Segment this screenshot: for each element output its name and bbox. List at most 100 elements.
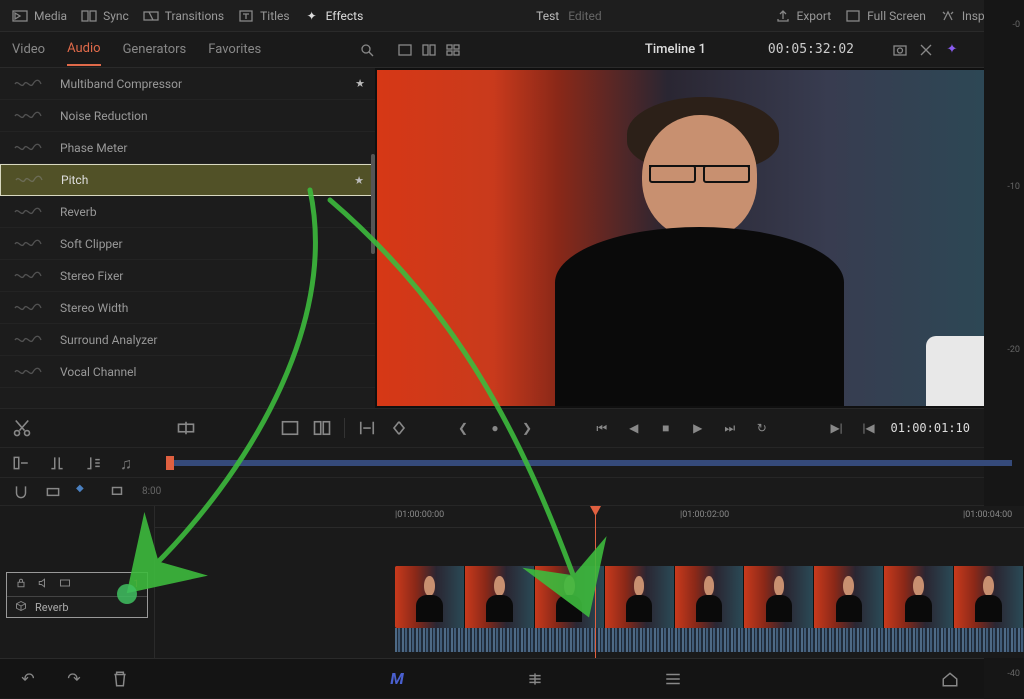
effect-label: Vocal Channel	[60, 365, 136, 379]
effect-surround-analyzer[interactable]: Surround Analyzer	[0, 324, 375, 356]
tl-tool1-icon[interactable]	[12, 454, 30, 472]
effects-tabbar: Video Audio Generators Favorites Timelin…	[0, 32, 1024, 68]
effect-phase-meter[interactable]: Phase Meter	[0, 132, 375, 164]
applied-effect-name: Reverb	[35, 601, 69, 614]
mode2-icon[interactable]	[312, 418, 332, 438]
effect-label: Soft Clipper	[60, 237, 123, 251]
tab-favorites[interactable]: Favorites	[208, 34, 261, 65]
timeline-tracks[interactable]: |01:00:00:00|01:00:02:00|01:00:04:00	[155, 506, 1024, 658]
clip-thumbnail	[395, 566, 465, 628]
cut-icon[interactable]	[12, 418, 32, 438]
mode1-icon[interactable]	[280, 418, 300, 438]
bypass-fx-icon[interactable]	[918, 42, 934, 58]
video-clip[interactable]	[395, 566, 1024, 628]
audio-track-head[interactable]: 1 Reverb	[6, 572, 148, 618]
effect-icon	[10, 266, 46, 286]
favorite-star-icon[interactable]: ★	[354, 174, 364, 187]
tab-video[interactable]: Video	[12, 34, 45, 65]
jump-prev-icon[interactable]: |◀	[859, 418, 879, 438]
snap-icon[interactable]	[12, 483, 30, 501]
page-cut-icon[interactable]	[523, 667, 547, 691]
viewer-mode-2-icon[interactable]	[421, 42, 437, 58]
track-video-icon[interactable]	[59, 577, 71, 592]
marker-icon[interactable]: ◆	[76, 483, 94, 501]
mark-in-icon[interactable]: ❮	[453, 418, 473, 438]
page-media-icon[interactable]: M	[385, 667, 409, 691]
trash-icon[interactable]	[108, 667, 132, 691]
tab-generators[interactable]: Generators	[123, 34, 187, 65]
track-speaker-icon[interactable]	[37, 577, 49, 592]
tab-audio[interactable]: Audio	[67, 33, 100, 66]
play-icon[interactable]: ▶	[688, 418, 708, 438]
redo-icon[interactable]: ↷	[62, 667, 86, 691]
link-icon[interactable]	[44, 483, 62, 501]
effect-vocal-channel[interactable]: Vocal Channel	[0, 356, 375, 388]
effect-multiband-compressor[interactable]: Multiband Compressor ★	[0, 68, 375, 100]
nav-effects-label: Effects	[326, 9, 364, 23]
ruler-start: 8:00	[142, 486, 161, 497]
project-title-text: Test	[536, 9, 559, 23]
effect-stereo-fixer[interactable]: Stereo Fixer	[0, 260, 375, 292]
timeline-title[interactable]: Timeline 1	[645, 42, 706, 57]
loop-icon[interactable]: ↻	[752, 418, 772, 438]
jump-next-icon[interactable]: ▶|	[827, 418, 847, 438]
clip-thumbnail	[744, 566, 814, 628]
nav-fullscreen[interactable]: Full Screen	[845, 8, 926, 24]
nav-titles[interactable]: Titles	[238, 8, 289, 24]
db-tick: -0	[988, 20, 1020, 30]
insert-icon[interactable]	[176, 418, 196, 438]
nav-sync[interactable]: Sync	[81, 8, 129, 24]
playhead[interactable]	[595, 506, 596, 658]
search-icon[interactable]	[359, 42, 375, 58]
snapshot-icon[interactable]	[892, 42, 908, 58]
tl-tool4-icon[interactable]: ♫	[120, 454, 138, 472]
clip-thumbnail	[814, 566, 884, 628]
stop-icon[interactable]: ■	[656, 418, 676, 438]
step-back-icon[interactable]: ◀	[624, 418, 644, 438]
next-edit-icon[interactable]	[389, 418, 409, 438]
viewer-frame[interactable]	[377, 70, 1022, 406]
mark-point-icon[interactable]: ●	[485, 418, 505, 438]
viewer-mode-1-icon[interactable]	[397, 42, 413, 58]
go-end-icon[interactable]: ⏭	[720, 418, 740, 438]
clip-thumbnail	[465, 566, 535, 628]
export-icon	[775, 8, 791, 24]
mini-ruler[interactable]	[166, 460, 1012, 466]
effect-noise-reduction[interactable]: Noise Reduction	[0, 100, 375, 132]
inspector-icon	[940, 8, 956, 24]
nav-transitions[interactable]: Transitions	[143, 8, 224, 24]
transport-bar: ❮ ● ❯ ⏮ ◀ ■ ▶ ⏭ ↻ ▶| |◀ 01:00:01:10 ⋯	[0, 408, 1024, 448]
undo-icon[interactable]: ↶	[16, 667, 40, 691]
tl-tool2-icon[interactable]	[48, 454, 66, 472]
page-edit-icon[interactable]	[661, 667, 685, 691]
timeline-ruler[interactable]: |01:00:00:00|01:00:02:00|01:00:04:00	[155, 506, 1024, 528]
effect-icon	[10, 298, 46, 318]
effect-stereo-width[interactable]: Stereo Width	[0, 292, 375, 324]
favorite-star-icon[interactable]: ★	[355, 77, 365, 90]
viewer-mode-3-icon[interactable]	[445, 42, 461, 58]
ruler-tick: |01:00:00:00	[395, 510, 444, 520]
mark-out-icon[interactable]: ❯	[517, 418, 537, 438]
effect-label: Stereo Width	[60, 301, 128, 315]
nav-effects[interactable]: ✦ Effects	[304, 8, 364, 24]
effect-reverb[interactable]: Reverb	[0, 196, 375, 228]
effect-icon	[10, 106, 46, 126]
effect-icon	[10, 202, 46, 222]
lock-icon[interactable]	[15, 577, 27, 592]
color-icon[interactable]: ✦	[944, 42, 960, 58]
track-number: 1	[133, 579, 139, 590]
effect-soft-clipper[interactable]: Soft Clipper	[0, 228, 375, 260]
nav-media[interactable]: Media	[12, 8, 67, 24]
fullscreen-icon	[845, 8, 861, 24]
project-edited-label: Edited	[568, 9, 601, 23]
home-icon[interactable]	[938, 667, 962, 691]
nav-media-label: Media	[34, 9, 67, 23]
audio-waveform[interactable]	[395, 628, 1024, 652]
tl-tool3-icon[interactable]	[84, 454, 102, 472]
effect-icon	[10, 234, 46, 254]
flag-icon[interactable]	[108, 483, 126, 501]
effect-pitch[interactable]: Pitch ★	[0, 164, 375, 196]
nav-export[interactable]: Export	[775, 8, 832, 24]
go-start-icon[interactable]: ⏮	[592, 418, 612, 438]
prev-edit-icon[interactable]	[357, 418, 377, 438]
